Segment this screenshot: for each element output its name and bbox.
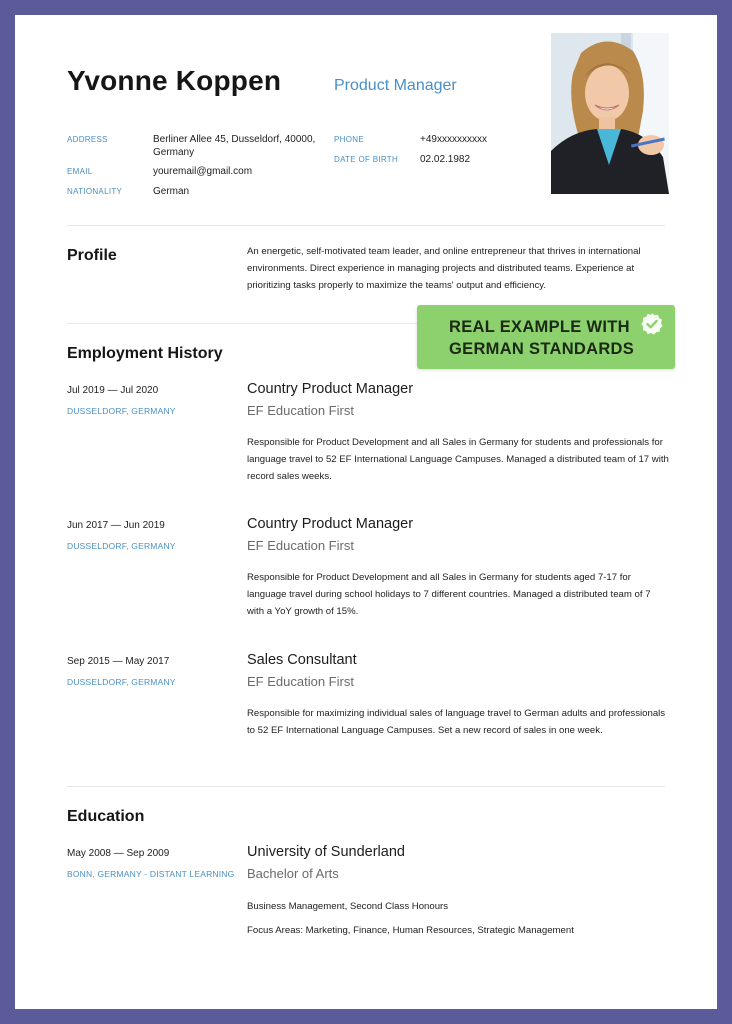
job-2-role: Country Product Manager (247, 516, 414, 532)
education-degree: Bachelor of Arts (247, 866, 339, 881)
real-example-badge: REAL EXAMPLE WITH GERMAN STANDARDS (417, 305, 675, 369)
job-3-role: Sales Consultant (247, 652, 357, 668)
phone-label: PHONE (334, 135, 364, 144)
portrait-image (551, 33, 669, 194)
phone-value: +49xxxxxxxxxx (420, 134, 487, 145)
divider (67, 786, 665, 787)
education-dates: May 2008 — Sep 2009 (67, 848, 170, 859)
job-1-role: Country Product Manager (247, 381, 414, 397)
badge-text: REAL EXAMPLE WITH GERMAN STANDARDS (449, 316, 634, 360)
job-2-description: Responsible for Product Development and … (247, 572, 651, 617)
job-3-location: DUSSELDORF, GERMANY (67, 677, 176, 687)
job-1-location: DUSSELDORF, GERMANY (67, 406, 176, 416)
badge-line-2: GERMAN STANDARDS (449, 340, 635, 358)
badge-line-1: REAL EXAMPLE WITH (449, 318, 630, 336)
address-value: Berliner Allee 45, Dusseldorf, 40000, Ge… (153, 134, 316, 158)
job-2-location: DUSSELDORF, GERMANY (67, 541, 176, 551)
education-line-1: Business Management, Second Class Honour… (247, 901, 449, 912)
job-1-description: Responsible for Product Development and … (247, 437, 669, 482)
education-line-2: Focus Areas: Marketing, Finance, Human R… (247, 925, 574, 936)
nationality-value: German (153, 186, 190, 197)
check-circle-icon (641, 313, 663, 335)
job-3-org: EF Education First (247, 674, 354, 689)
job-2-dates: Jun 2017 — Jun 2019 (67, 520, 165, 531)
job-3-dates: Sep 2015 — May 2017 (67, 656, 170, 667)
email-value: youremail@gmail.com (153, 166, 253, 177)
nationality-label: NATIONALITY (67, 187, 123, 196)
education-heading: Education (67, 808, 145, 825)
resume-page: Yvonne Koppen Product Manager ADDRESS Be… (15, 15, 717, 1009)
email-label: EMAIL (67, 167, 93, 176)
dob-label: DATE OF BIRTH (334, 155, 399, 164)
profile-text: An energetic, self-motivated team leader… (247, 246, 641, 291)
profile-photo (551, 33, 669, 194)
job-1-dates: Jul 2019 — Jul 2020 (67, 385, 159, 396)
job-1-org: EF Education First (247, 403, 354, 418)
dob-value: 02.02.1982 (420, 154, 471, 165)
candidate-name: Yvonne Koppen (67, 65, 282, 96)
job-3-description: Responsible for maximizing individual sa… (247, 708, 666, 736)
job-2-org: EF Education First (247, 538, 354, 553)
address-label: ADDRESS (67, 135, 108, 144)
profile-heading: Profile (67, 247, 117, 264)
education-location: BONN, GERMANY - DISTANT LEARNING (67, 869, 235, 879)
employment-heading: Employment History (67, 345, 223, 362)
education-school: University of Sunderland (247, 844, 405, 860)
divider (67, 225, 665, 226)
job-title: Product Manager (334, 77, 457, 94)
